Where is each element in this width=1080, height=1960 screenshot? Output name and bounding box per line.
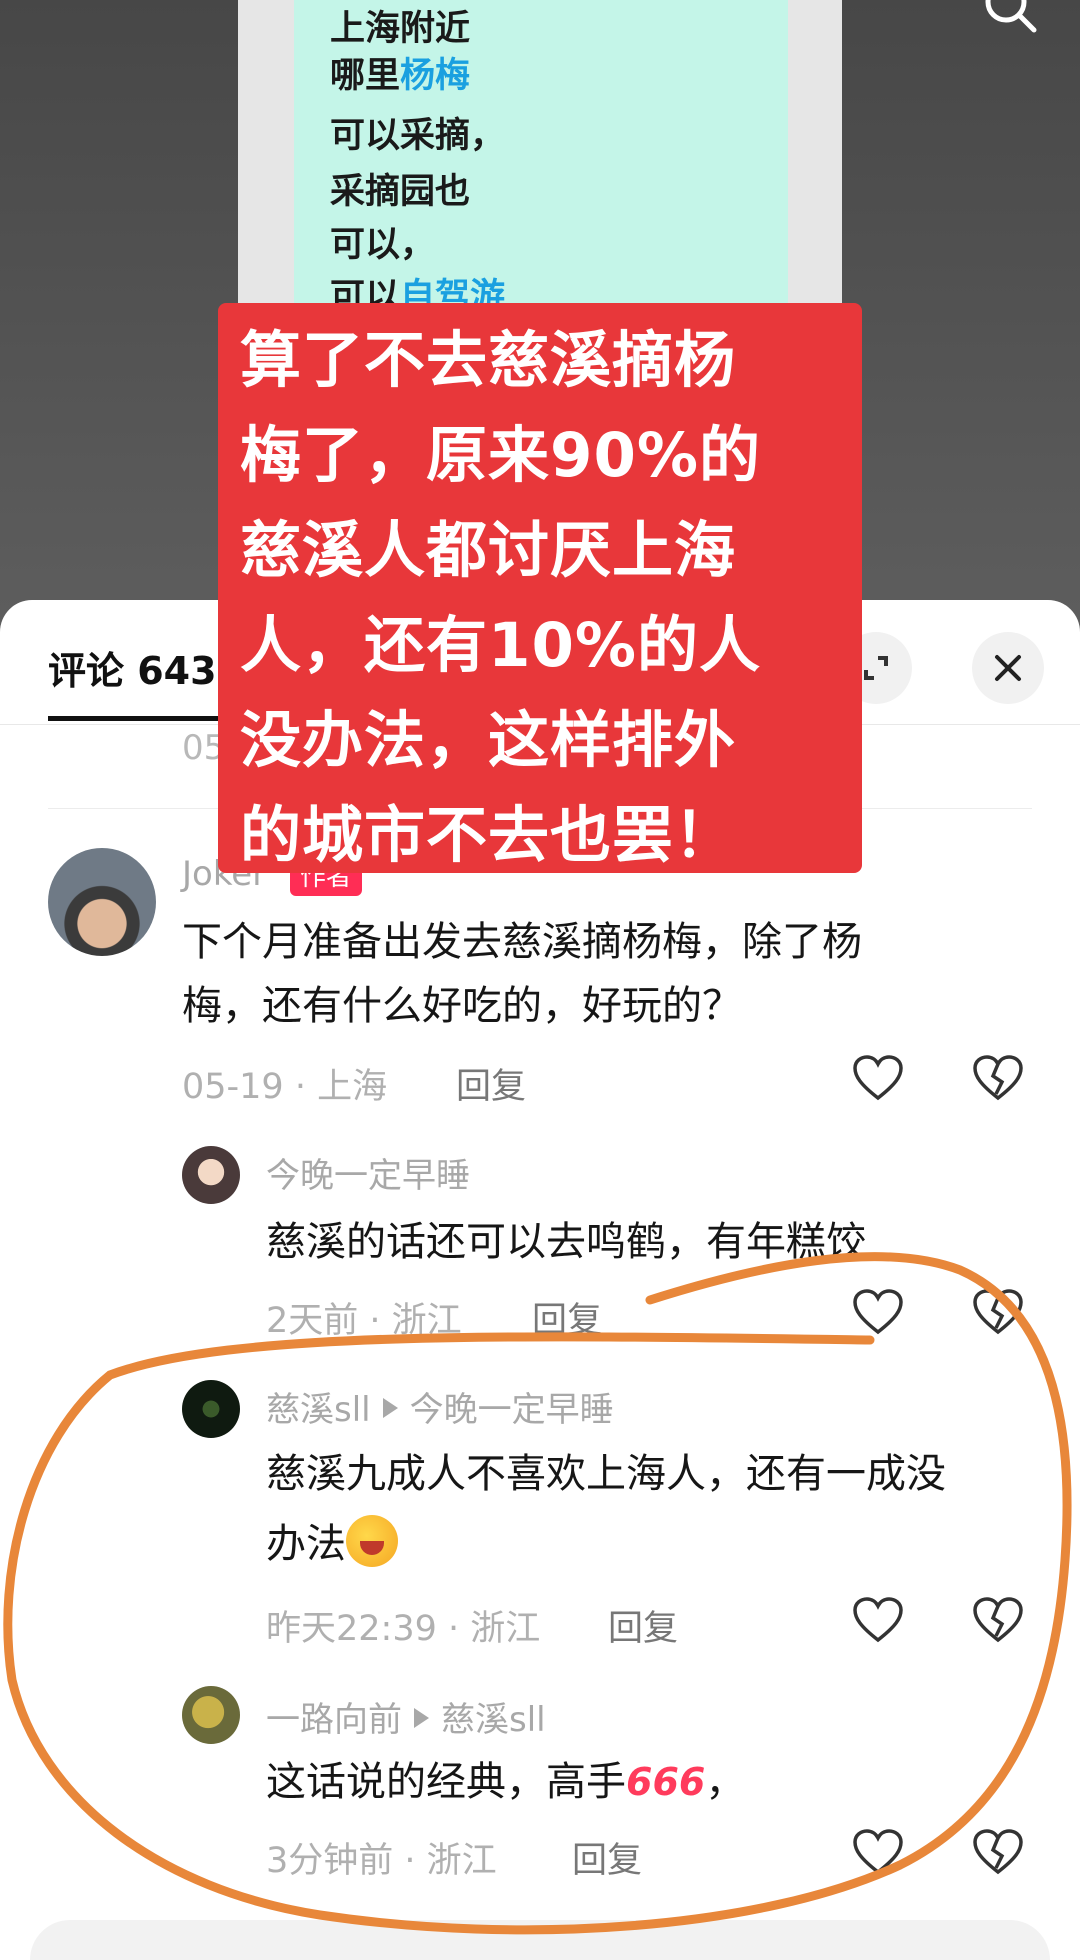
tab-underline <box>48 716 218 721</box>
headline-banner: 算了不去慈溪摘杨 梅了，原来90%的 慈溪人都讨厌上海 人，还有10%的人 没办… <box>218 303 862 873</box>
banner-line: 慈溪人都讨厌上海 <box>240 515 737 586</box>
banner-line: 算了不去慈溪摘杨 <box>240 325 737 396</box>
comment-text: 这话说的经典，高手666， <box>266 1759 746 1805</box>
avatar[interactable] <box>182 1686 240 1744</box>
emoji-666: 666 <box>626 1760 706 1804</box>
comment-text: 慈溪九成人不喜欢上海人，还有一成没 <box>266 1451 946 1497</box>
banner-line: 没办法，这样排外 <box>240 705 737 776</box>
comment-username[interactable]: 今晚一定早睡 <box>266 1148 470 1197</box>
comment-meta: 05-19 · 上海 <box>182 1067 388 1107</box>
note-line: 哪里杨梅 <box>330 56 471 96</box>
reply-button[interactable]: 回复 <box>532 1292 602 1343</box>
note-line: 上海附近 <box>330 9 471 49</box>
comment-username[interactable]: 一路向前 慈溪sll <box>266 1692 546 1741</box>
dislike-broken-heart-icon[interactable] <box>972 1596 1024 1644</box>
comment-username[interactable]: 慈溪sll 今晚一定早睡 <box>266 1382 614 1431</box>
reply-arrow-icon <box>414 1708 429 1728</box>
comment-text: 下个月准备出发去慈溪摘杨梅，除了杨 <box>182 919 862 965</box>
like-heart-icon[interactable] <box>852 1596 904 1644</box>
reply-arrow-icon <box>382 1398 398 1418</box>
comment-meta: 昨天22:39 · 浙江 <box>266 1609 541 1649</box>
avatar[interactable] <box>182 1146 240 1204</box>
close-button[interactable] <box>972 632 1044 704</box>
comment-count-tab[interactable]: 评论 643 <box>48 640 217 695</box>
comment-input-bar[interactable] <box>30 1920 1050 1960</box>
reply-button[interactable]: 回复 <box>572 1832 642 1883</box>
banner-line: 梅了，原来90%的 <box>240 420 762 491</box>
close-icon <box>995 655 1021 681</box>
dislike-broken-heart-icon[interactable] <box>972 1288 1024 1336</box>
reply-button[interactable]: 回复 <box>456 1058 526 1109</box>
reply-button[interactable]: 回复 <box>608 1600 678 1651</box>
banner-line: 的城市不去也罢！ <box>240 800 737 871</box>
like-heart-icon[interactable] <box>852 1054 904 1102</box>
avatar[interactable] <box>48 848 156 956</box>
like-heart-icon[interactable] <box>852 1288 904 1336</box>
note-line: 可以， <box>330 225 436 265</box>
comment-text: 慈溪的话还可以去鸣鹤，有年糕饺 <box>266 1219 866 1265</box>
note-line: 采摘园也 <box>330 172 471 212</box>
dislike-broken-heart-icon[interactable] <box>972 1054 1024 1102</box>
comment-text: 梅，还有什么好吃的，好玩的？ <box>182 983 742 1029</box>
note-line: 可以采摘， <box>330 116 506 156</box>
comment-text: 办法 <box>266 1512 398 1576</box>
avatar[interactable] <box>182 1380 240 1438</box>
banner-line: 人，还有10%的人 <box>240 610 762 681</box>
comment-meta: 2天前 · 浙江 <box>266 1301 462 1341</box>
search-icon[interactable] <box>984 0 1038 34</box>
laughing-emoji-icon <box>346 1515 398 1567</box>
dislike-broken-heart-icon[interactable] <box>972 1828 1024 1876</box>
like-heart-icon[interactable] <box>852 1828 904 1876</box>
comment-meta: 3分钟前 · 浙江 <box>266 1841 497 1881</box>
